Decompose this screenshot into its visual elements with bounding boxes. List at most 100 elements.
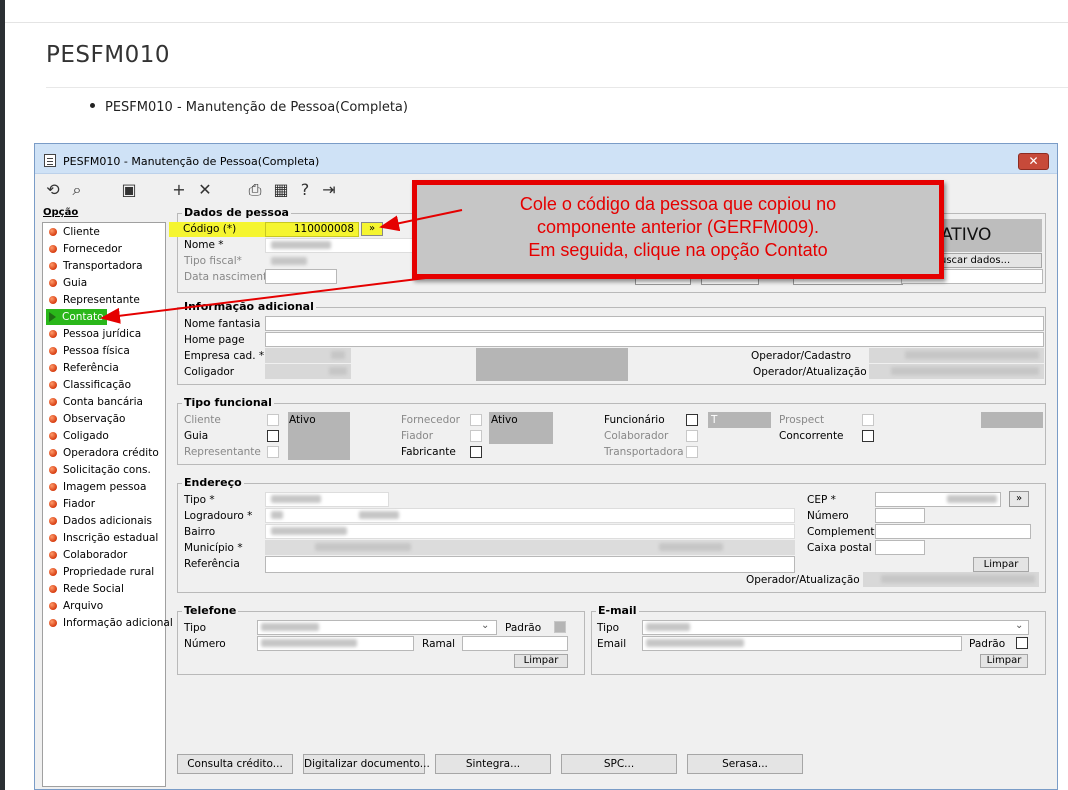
exit-icon[interactable]: ⇥ bbox=[319, 180, 339, 200]
fiador-checkbox[interactable] bbox=[470, 430, 482, 442]
group-legend: Tipo funcional bbox=[182, 396, 274, 409]
funcionario-block bbox=[708, 412, 771, 428]
sidebar-item-referencia[interactable]: Referência bbox=[47, 360, 119, 376]
sidebar-item-observacao[interactable]: Observação bbox=[47, 411, 125, 427]
caixa-postal-input[interactable] bbox=[875, 540, 925, 555]
representante-checkbox[interactable] bbox=[267, 446, 279, 458]
sidebar-item-pessoa-juridica[interactable]: Pessoa jurídica bbox=[47, 326, 141, 342]
group-legend: Endereço bbox=[182, 476, 244, 489]
nome-fantasia-label: Nome fantasia bbox=[184, 318, 261, 330]
redacted-text bbox=[329, 367, 347, 375]
sidebar-item-imagem-pessoa[interactable]: Imagem pessoa bbox=[47, 479, 146, 495]
codigo-input[interactable]: 110000008 bbox=[265, 222, 359, 237]
email-padrao-checkbox[interactable] bbox=[1016, 637, 1028, 649]
telefone-limpar-button[interactable]: Limpar bbox=[514, 654, 568, 668]
placeholder-block bbox=[476, 348, 628, 381]
redacted-text bbox=[646, 639, 744, 647]
transportadora-checkbox[interactable] bbox=[686, 446, 698, 458]
sidebar-item-solicitacao-cons[interactable]: Solicitação cons. bbox=[47, 462, 151, 478]
logradouro-input[interactable] bbox=[265, 508, 795, 523]
referencia-input[interactable] bbox=[265, 556, 795, 573]
digitalizar-documento-button[interactable]: Digitalizar documento... bbox=[303, 754, 430, 774]
sidebar-item-fornecedor[interactable]: Fornecedor bbox=[47, 241, 122, 257]
email-tipo-label: Tipo bbox=[597, 622, 620, 634]
cep-search-button[interactable]: » bbox=[1009, 491, 1029, 507]
sintegra-button[interactable]: Sintegra... bbox=[435, 754, 551, 774]
print-icon[interactable]: ⎙ bbox=[245, 180, 265, 200]
delete-icon[interactable]: ✕ bbox=[195, 180, 215, 200]
sidebar-item-conta-bancaria[interactable]: Conta bancária bbox=[47, 394, 143, 410]
serasa-button[interactable]: Serasa... bbox=[687, 754, 803, 774]
sidebar-item-colaborador[interactable]: Colaborador bbox=[47, 547, 127, 563]
consulta-credito-button[interactable]: Consulta crédito... bbox=[177, 754, 293, 774]
sidebar-item-rede-social[interactable]: Rede Social bbox=[47, 581, 124, 597]
buscar-dados-button[interactable]: uscar dados... bbox=[935, 253, 1042, 268]
status-text: ATIVO bbox=[941, 225, 992, 245]
sidebar-item-propriedade-rural[interactable]: Propriedade rural bbox=[47, 564, 154, 580]
bullet-icon bbox=[49, 381, 57, 389]
email-tipo-select[interactable] bbox=[642, 620, 1029, 635]
fabricante-checkbox[interactable] bbox=[470, 446, 482, 458]
sidebar-item-dados-adicionais[interactable]: Dados adicionais bbox=[47, 513, 152, 529]
sidebar-item-operadora-credito[interactable]: Operadora crédito bbox=[47, 445, 159, 461]
fornecedor-status: Ativo bbox=[491, 414, 518, 426]
redacted-text bbox=[331, 351, 345, 359]
guia-checkbox[interactable] bbox=[267, 430, 279, 442]
sidebar-item-cliente[interactable]: Cliente bbox=[47, 224, 100, 240]
sidebar-item-contato[interactable]: Contato bbox=[46, 309, 107, 325]
home-page-input[interactable] bbox=[265, 332, 1044, 347]
save-icon[interactable]: ▣ bbox=[119, 180, 139, 200]
endereco-limpar-button[interactable]: Limpar bbox=[973, 557, 1029, 572]
close-button[interactable]: ✕ bbox=[1018, 153, 1049, 170]
sidebar-item-label: Informação adicional bbox=[63, 617, 173, 629]
bullet-icon bbox=[49, 296, 57, 304]
data-nascimento-input[interactable] bbox=[265, 269, 337, 284]
tipo-label: Tipo * bbox=[184, 494, 215, 506]
chevron-down-icon[interactable]: ⌄ bbox=[1015, 620, 1023, 631]
bullet-icon bbox=[49, 432, 57, 440]
window-titlebar: PESFM010 - Manutenção de Pessoa(Completa… bbox=[35, 144, 1057, 174]
sidebar-item-pessoa-fisica[interactable]: Pessoa física bbox=[47, 343, 130, 359]
email-limpar-button[interactable]: Limpar bbox=[980, 654, 1028, 668]
bullet-icon bbox=[49, 466, 57, 474]
selected-arrow-icon bbox=[49, 312, 56, 322]
codigo-search-button[interactable]: » bbox=[361, 222, 383, 236]
prospect-block bbox=[981, 412, 1043, 428]
add-icon[interactable]: + bbox=[169, 180, 189, 200]
concorrente-checkbox[interactable] bbox=[862, 430, 874, 442]
search-icon[interactable]: ⌕ bbox=[67, 180, 87, 200]
sidebar-item-label: Fiador bbox=[63, 498, 96, 510]
sidebar-item-inscricao-estadual[interactable]: Inscrição estadual bbox=[47, 530, 158, 546]
sidebar-item-representante[interactable]: Representante bbox=[47, 292, 140, 308]
complemento-input[interactable] bbox=[875, 524, 1031, 539]
window-document-icon bbox=[44, 154, 56, 167]
group-legend: E-mail bbox=[596, 604, 639, 617]
redacted-text bbox=[315, 543, 411, 551]
ramal-input[interactable] bbox=[462, 636, 568, 651]
prospect-checkbox[interactable] bbox=[862, 414, 874, 426]
chevron-down-icon[interactable]: ⌄ bbox=[481, 620, 489, 631]
undo-icon[interactable]: ⟲ bbox=[43, 180, 63, 200]
sidebar-item-coligado[interactable]: Coligado bbox=[47, 428, 109, 444]
calendar-icon[interactable]: ▦ bbox=[271, 180, 291, 200]
sidebar-item-label: Solicitação cons. bbox=[63, 464, 151, 476]
telefone-padrao-checkbox[interactable] bbox=[554, 621, 566, 633]
colaborador-checkbox[interactable] bbox=[686, 430, 698, 442]
help-icon[interactable]: ? bbox=[295, 180, 315, 200]
sidebar-item-label: Cliente bbox=[63, 226, 100, 238]
sidebar-label: Opção bbox=[43, 207, 79, 218]
spc-button[interactable]: SPC... bbox=[561, 754, 677, 774]
numero-input[interactable] bbox=[875, 508, 925, 523]
funcionario-checkbox[interactable] bbox=[686, 414, 698, 426]
sidebar-item-fiador[interactable]: Fiador bbox=[47, 496, 95, 512]
numero-label: Número bbox=[807, 510, 849, 522]
sidebar-item-transportadora[interactable]: Transportadora bbox=[47, 258, 143, 274]
sidebar-item-informacao-adicional[interactable]: Informação adicional bbox=[47, 615, 173, 631]
sidebar-item-classificacao[interactable]: Classificação bbox=[47, 377, 131, 393]
fornecedor-checkbox[interactable] bbox=[470, 414, 482, 426]
sidebar-item-guia[interactable]: Guia bbox=[47, 275, 87, 291]
operador-cadastro-label: Operador/Cadastro bbox=[751, 350, 852, 362]
nome-fantasia-input[interactable] bbox=[265, 316, 1044, 331]
cliente-checkbox[interactable] bbox=[267, 414, 279, 426]
sidebar-item-arquivo[interactable]: Arquivo bbox=[47, 598, 103, 614]
